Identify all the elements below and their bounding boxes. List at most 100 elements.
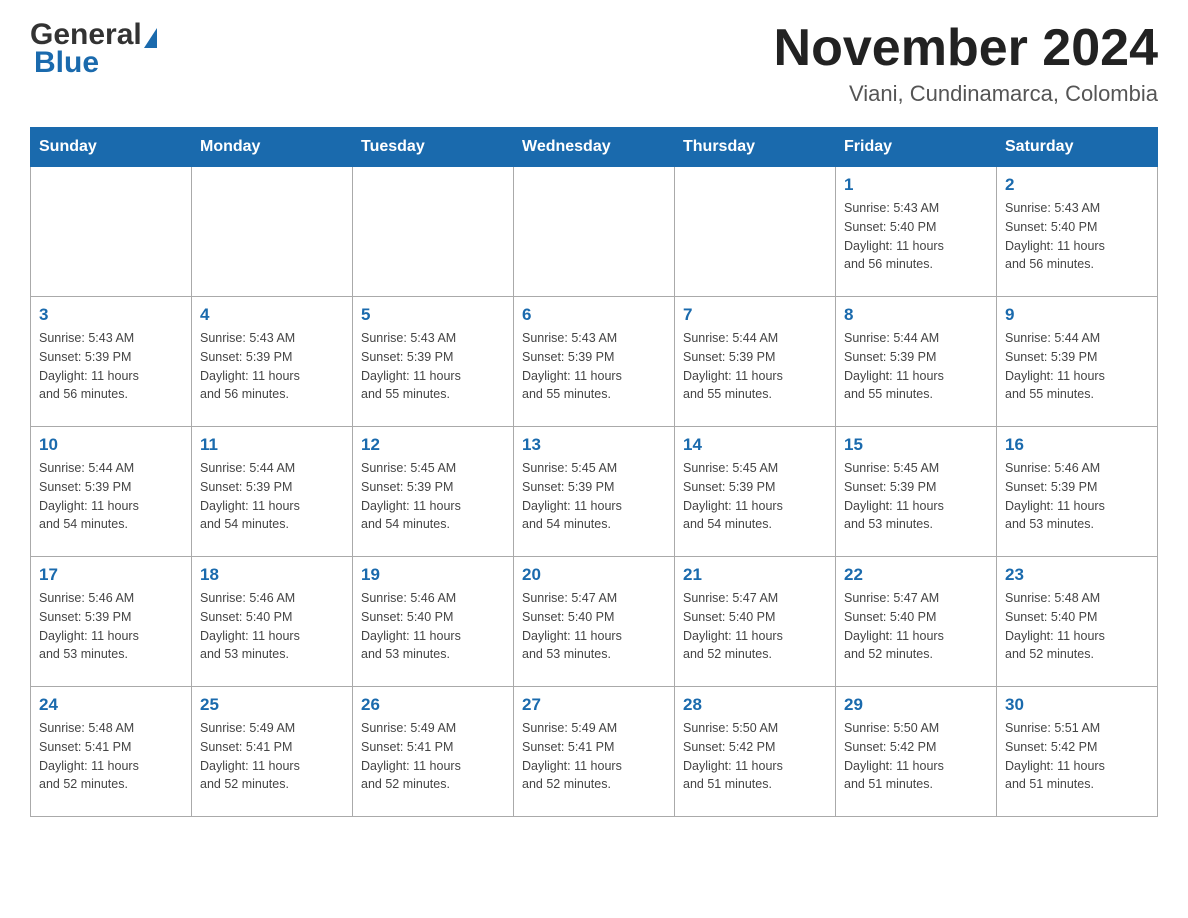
week-row-4: 17Sunrise: 5:46 AMSunset: 5:39 PMDayligh… (31, 557, 1158, 687)
page-title: November 2024 (774, 20, 1158, 77)
day-info: Sunrise: 5:50 AMSunset: 5:42 PMDaylight:… (683, 719, 827, 794)
week-row-3: 10 Sunrise: 5:44 AMSunset: 5:39 PMDayligh… (31, 427, 1158, 557)
calendar-cell: 18 Sunrise: 5:46 AMSunset: 5:40 PMDayligh… (192, 557, 353, 687)
day-number: 7 (683, 305, 827, 325)
day-number: 6 (522, 305, 666, 325)
day-number: 8 (844, 305, 988, 325)
calendar-cell: 5 Sunrise: 5:43 AMSunset: 5:39 PMDaylight… (353, 297, 514, 427)
day-info: Sunrise: 5:49 AMSunset: 5:41 PMDaylight:… (361, 719, 505, 794)
day-number: 15 (844, 435, 988, 455)
logo-blue-text: Blue (34, 46, 99, 79)
day-info: Sunrise: 5:49 AMSunset: 5:41 PMDaylight:… (200, 719, 344, 794)
day-number: 17 (39, 565, 183, 585)
page-subtitle: Viani, Cundinamarca, Colombia (774, 81, 1158, 107)
day-info: Sunrise: 5:44 AMSunset: 5:39 PMDaylight:… (39, 459, 183, 534)
calendar-cell: 26Sunrise: 5:49 AMSunset: 5:41 PMDayligh… (353, 687, 514, 817)
day-info: Sunrise: 5:46 AMSunset: 5:40 PMDaylight:… (200, 589, 344, 664)
day-number: 10 (39, 435, 183, 455)
calendar-cell: 22Sunrise: 5:47 AMSunset: 5:40 PMDayligh… (836, 557, 997, 687)
day-number: 23 (1005, 565, 1149, 585)
calendar-cell: 4 Sunrise: 5:43 AMSunset: 5:39 PMDaylight… (192, 297, 353, 427)
calendar-header-monday: Monday (192, 128, 353, 167)
week-row-5: 24Sunrise: 5:48 AMSunset: 5:41 PMDayligh… (31, 687, 1158, 817)
day-info: Sunrise: 5:43 AMSunset: 5:39 PMDaylight:… (39, 329, 183, 404)
week-row-2: 3Sunrise: 5:43 AMSunset: 5:39 PMDaylight… (31, 297, 1158, 427)
day-info: Sunrise: 5:43 AMSunset: 5:39 PMDaylight:… (361, 329, 505, 404)
day-info: Sunrise: 5:46 AMSunset: 5:39 PMDaylight:… (1005, 459, 1149, 534)
day-info: Sunrise: 5:43 AMSunset: 5:39 PMDaylight:… (522, 329, 666, 404)
day-number: 12 (361, 435, 505, 455)
day-info: Sunrise: 5:45 AMSunset: 5:39 PMDaylight:… (844, 459, 988, 534)
day-info: Sunrise: 5:45 AMSunset: 5:39 PMDaylight:… (361, 459, 505, 534)
day-info: Sunrise: 5:47 AMSunset: 5:40 PMDaylight:… (683, 589, 827, 664)
calendar-cell: 7 Sunrise: 5:44 AMSunset: 5:39 PMDaylight… (675, 297, 836, 427)
day-number: 4 (200, 305, 344, 325)
calendar-cell (192, 167, 353, 297)
calendar-header-row: SundayMondayTuesdayWednesdayThursdayFrid… (31, 128, 1158, 167)
calendar-header-tuesday: Tuesday (353, 128, 514, 167)
day-number: 11 (200, 435, 344, 455)
day-info: Sunrise: 5:43 AMSunset: 5:39 PMDaylight:… (200, 329, 344, 404)
day-number: 2 (1005, 175, 1149, 195)
calendar-cell (31, 167, 192, 297)
calendar-cell: 30 Sunrise: 5:51 AMSunset: 5:42 PMDayligh… (997, 687, 1158, 817)
day-info: Sunrise: 5:43 AMSunset: 5:40 PMDaylight:… (1005, 199, 1149, 274)
day-number: 20 (522, 565, 666, 585)
day-info: Sunrise: 5:44 AMSunset: 5:39 PMDaylight:… (1005, 329, 1149, 404)
calendar-cell: 6 Sunrise: 5:43 AMSunset: 5:39 PMDaylight… (514, 297, 675, 427)
calendar-cell: 24Sunrise: 5:48 AMSunset: 5:41 PMDayligh… (31, 687, 192, 817)
day-number: 27 (522, 695, 666, 715)
calendar-cell: 12 Sunrise: 5:45 AMSunset: 5:39 PMDayligh… (353, 427, 514, 557)
calendar-cell: 2 Sunrise: 5:43 AMSunset: 5:40 PMDaylight… (997, 167, 1158, 297)
day-info: Sunrise: 5:51 AMSunset: 5:42 PMDaylight:… (1005, 719, 1149, 794)
day-number: 14 (683, 435, 827, 455)
calendar-cell: 20 Sunrise: 5:47 AMSunset: 5:40 PMDayligh… (514, 557, 675, 687)
calendar-cell: 27 Sunrise: 5:49 AMSunset: 5:41 PMDayligh… (514, 687, 675, 817)
day-info: Sunrise: 5:44 AMSunset: 5:39 PMDaylight:… (844, 329, 988, 404)
calendar-cell: 15 Sunrise: 5:45 AMSunset: 5:39 PMDayligh… (836, 427, 997, 557)
calendar-cell: 19 Sunrise: 5:46 AMSunset: 5:40 PMDayligh… (353, 557, 514, 687)
day-number: 28 (683, 695, 827, 715)
calendar-cell (514, 167, 675, 297)
day-info: Sunrise: 5:48 AMSunset: 5:41 PMDaylight:… (39, 719, 183, 794)
calendar-cell: 14 Sunrise: 5:45 AMSunset: 5:39 PMDayligh… (675, 427, 836, 557)
calendar-cell (675, 167, 836, 297)
calendar-cell: 16 Sunrise: 5:46 AMSunset: 5:39 PMDayligh… (997, 427, 1158, 557)
day-info: Sunrise: 5:43 AMSunset: 5:40 PMDaylight:… (844, 199, 988, 274)
day-info: Sunrise: 5:50 AMSunset: 5:42 PMDaylight:… (844, 719, 988, 794)
logo: General Blue (30, 20, 157, 78)
day-info: Sunrise: 5:44 AMSunset: 5:39 PMDaylight:… (683, 329, 827, 404)
calendar-cell: 1Sunrise: 5:43 AMSunset: 5:40 PMDaylight… (836, 167, 997, 297)
calendar-cell: 29 Sunrise: 5:50 AMSunset: 5:42 PMDayligh… (836, 687, 997, 817)
day-number: 25 (200, 695, 344, 715)
day-info: Sunrise: 5:45 AMSunset: 5:39 PMDaylight:… (522, 459, 666, 534)
day-info: Sunrise: 5:49 AMSunset: 5:41 PMDaylight:… (522, 719, 666, 794)
day-number: 29 (844, 695, 988, 715)
calendar-header-saturday: Saturday (997, 128, 1158, 167)
title-block: November 2024 Viani, Cundinamarca, Colom… (774, 20, 1158, 107)
day-info: Sunrise: 5:46 AMSunset: 5:40 PMDaylight:… (361, 589, 505, 664)
calendar-table: SundayMondayTuesdayWednesdayThursdayFrid… (30, 127, 1158, 817)
calendar-cell: 11Sunrise: 5:44 AMSunset: 5:39 PMDayligh… (192, 427, 353, 557)
day-number: 9 (1005, 305, 1149, 325)
page-header: General Blue November 2024 Viani, Cundin… (30, 20, 1158, 107)
day-number: 30 (1005, 695, 1149, 715)
calendar-cell: 23Sunrise: 5:48 AMSunset: 5:40 PMDayligh… (997, 557, 1158, 687)
day-number: 16 (1005, 435, 1149, 455)
calendar-cell: 8 Sunrise: 5:44 AMSunset: 5:39 PMDaylight… (836, 297, 997, 427)
calendar-cell: 28 Sunrise: 5:50 AMSunset: 5:42 PMDayligh… (675, 687, 836, 817)
day-info: Sunrise: 5:47 AMSunset: 5:40 PMDaylight:… (844, 589, 988, 664)
day-number: 18 (200, 565, 344, 585)
day-number: 13 (522, 435, 666, 455)
calendar-cell: 25 Sunrise: 5:49 AMSunset: 5:41 PMDayligh… (192, 687, 353, 817)
calendar-header-friday: Friday (836, 128, 997, 167)
calendar-cell: 13 Sunrise: 5:45 AMSunset: 5:39 PMDayligh… (514, 427, 675, 557)
day-number: 19 (361, 565, 505, 585)
day-info: Sunrise: 5:47 AMSunset: 5:40 PMDaylight:… (522, 589, 666, 664)
calendar-cell: 17Sunrise: 5:46 AMSunset: 5:39 PMDayligh… (31, 557, 192, 687)
calendar-header-sunday: Sunday (31, 128, 192, 167)
day-info: Sunrise: 5:45 AMSunset: 5:39 PMDaylight:… (683, 459, 827, 534)
calendar-cell (353, 167, 514, 297)
day-number: 5 (361, 305, 505, 325)
week-row-1: 1Sunrise: 5:43 AMSunset: 5:40 PMDaylight… (31, 167, 1158, 297)
